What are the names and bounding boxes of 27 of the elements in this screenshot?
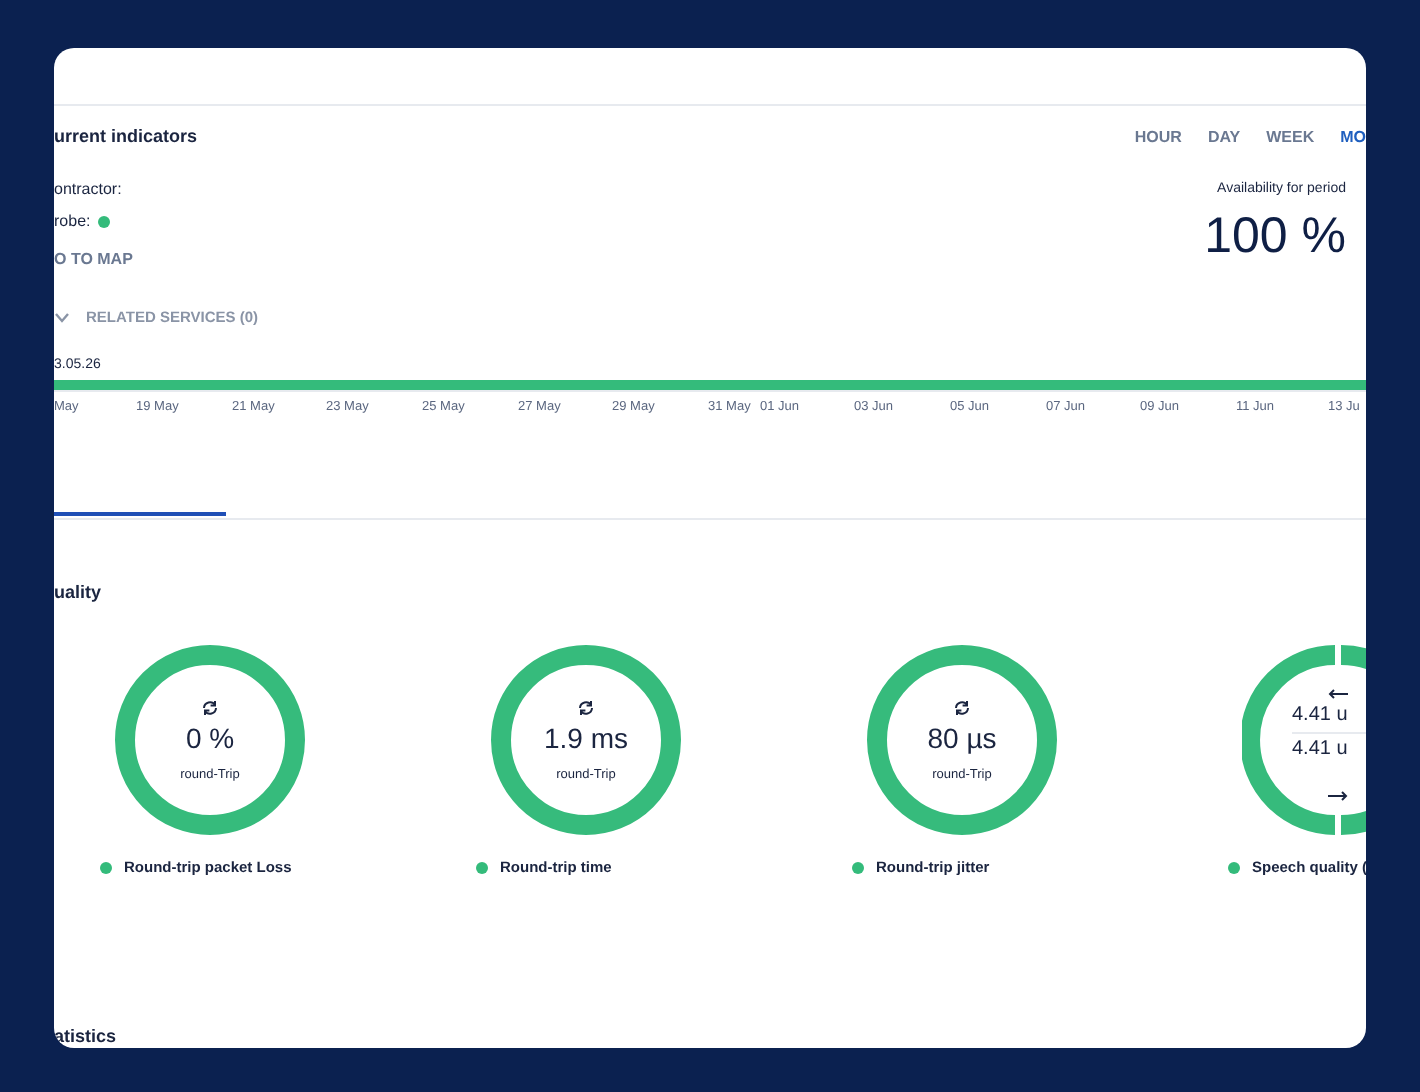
refresh-icon [576, 698, 596, 718]
availability-value: 100 % [1204, 208, 1346, 266]
right-arrow-icon [1328, 790, 1348, 802]
status-dot-icon [98, 216, 111, 228]
refresh-icon [200, 698, 220, 718]
legend-dot-icon [1228, 861, 1240, 873]
chevron-icon [54, 311, 70, 323]
gauge-value: 1.9 ms [543, 722, 628, 754]
probe-label: robe: [54, 212, 91, 232]
legend-dot-icon [852, 861, 864, 873]
gauge-value: 4.41 u [1292, 738, 1348, 762]
period-tab[interactable]: MO [1340, 127, 1366, 145]
section-title: atistics [54, 1026, 117, 1046]
section-title: urrent indicators [54, 126, 198, 146]
gauge-value: 80 µs [927, 722, 997, 754]
period-tab[interactable]: WEEK [1266, 127, 1315, 145]
period-tab[interactable]: DAY [1207, 127, 1241, 145]
section-title: uality [54, 582, 104, 602]
refresh-icon [952, 698, 972, 718]
legend-dot-icon [100, 861, 112, 873]
legend-dot-icon [476, 861, 488, 873]
gauge-value: 4.41 u [1292, 704, 1348, 728]
period-tab[interactable]: HOUR [1134, 127, 1182, 145]
contractor-label: ontractor: [54, 180, 122, 200]
gauge-value: 0 % [185, 722, 235, 754]
map-link[interactable]: O TO MAP [54, 250, 133, 270]
left-arrow-icon [1328, 688, 1348, 700]
